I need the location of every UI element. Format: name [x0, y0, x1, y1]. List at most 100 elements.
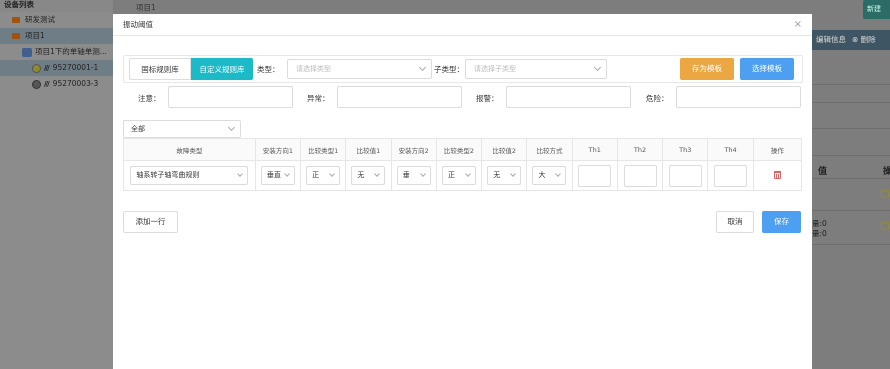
cmp-type1-value: 正 — [312, 171, 320, 179]
column-header: 比较方式 — [526, 138, 573, 161]
threshold-table: 故障类型 安装方向1 比较类型1 比较值1 安装方向2 比较类型2 比较值2 比… — [123, 138, 803, 191]
subtype-placeholder: 请选择子类型 — [474, 65, 516, 73]
compare-value-2-select[interactable]: 无 — [487, 166, 522, 185]
tab-custom-rules[interactable]: 自定义规则库 — [191, 58, 253, 80]
abnormal-input[interactable] — [337, 86, 462, 108]
dir1-cell: 垂直 — [254, 160, 302, 191]
fault-filter-select[interactable]: 全部 — [123, 120, 241, 138]
attention-input[interactable] — [168, 86, 293, 108]
new-button[interactable]: 新建 — [863, 0, 890, 19]
choose-template-button[interactable]: 选择模板 — [740, 58, 794, 80]
fault-type-select[interactable]: 轴系转子轴弯曲规则 — [130, 166, 249, 185]
cmp-mode-value: 大 — [538, 171, 546, 179]
cmp-type2-cell: 正 — [435, 160, 483, 191]
th2-cell — [616, 160, 664, 191]
abnormal-label: 异常： — [307, 94, 330, 103]
alarm-input[interactable] — [506, 86, 631, 108]
save-button[interactable]: 保存 — [762, 211, 801, 233]
column-header: 操作 — [752, 138, 803, 161]
install-direction-2-select[interactable]: 垂 — [396, 166, 431, 185]
tree-item-label: 项目1下的单轴单测... — [35, 47, 107, 56]
signal-icon: /// — [44, 64, 50, 72]
cmp-val1-value: 无 — [357, 171, 365, 179]
th1-input[interactable] — [578, 164, 612, 187]
dialog-header: 振动阈值 × — [113, 14, 812, 36]
column-header: 安装方向2 — [390, 138, 437, 161]
cmp-val2-value: 无 — [493, 171, 501, 179]
add-row-button[interactable]: 添加一行 — [123, 211, 178, 233]
cancel-button[interactable]: 取消 — [716, 211, 754, 233]
compare-mode-select[interactable]: 大 — [532, 166, 567, 185]
edit-icon[interactable] — [880, 221, 890, 231]
chevron-down-icon — [227, 123, 236, 132]
install-direction-1-select[interactable]: 垂直 — [260, 166, 295, 185]
divider — [812, 128, 890, 129]
compare-type-2-select[interactable]: 正 — [441, 166, 476, 185]
device-status-icon — [32, 79, 41, 89]
column-header: Th3 — [662, 138, 709, 161]
rule-toolbar: 国标规则库 自定义规则库 类型： 请选择类型 子类型： 请选择子类型 存为模板 … — [123, 55, 803, 83]
tree-item-device-1[interactable]: /// 95270001-1 — [0, 60, 113, 76]
th2-input[interactable] — [623, 164, 657, 187]
chevron-down-icon — [510, 171, 517, 177]
column-header: 值 — [818, 167, 828, 177]
th4-input[interactable] — [714, 164, 748, 187]
divider — [812, 102, 890, 103]
signal-icon: /// — [44, 80, 50, 88]
compare-value-1-select[interactable]: 无 — [351, 166, 386, 185]
tree-item-device-2[interactable]: /// 95270003-3 — [0, 76, 113, 92]
chevron-down-icon — [555, 171, 562, 177]
chevron-down-icon — [284, 171, 290, 177]
edit-info-bar: 编辑信息 ⊗ 删除 — [812, 30, 890, 50]
th4-cell — [707, 160, 754, 191]
th3-input[interactable] — [668, 164, 702, 187]
cmp-type1-cell: 正 — [300, 160, 347, 191]
tree-item-label: 项目1 — [25, 31, 45, 40]
alarm-label: 报警： — [476, 94, 499, 103]
dialog-title: 振动阈值 — [123, 20, 153, 29]
vibration-threshold-dialog: 振动阈值 × 国标规则库 自定义规则库 类型： 请选择类型 子类型： 请选择子类… — [113, 14, 812, 369]
subtype-label: 子类型： — [434, 65, 464, 74]
chevron-down-icon — [593, 63, 602, 72]
row-value: 量:0 — [812, 229, 827, 238]
save-template-button[interactable]: 存为模板 — [680, 58, 734, 80]
chevron-down-icon — [418, 63, 427, 72]
delete-button[interactable]: ⊗ 删除 — [852, 35, 876, 44]
th3-cell — [662, 160, 709, 191]
chevron-down-icon — [329, 171, 335, 177]
type-select[interactable]: 请选择类型 — [287, 59, 432, 79]
filter-value: 全部 — [131, 125, 145, 133]
dir1-value: 垂直 — [266, 171, 281, 179]
column-header: 比较值2 — [481, 138, 528, 161]
subtype-select[interactable]: 请选择子类型 — [465, 59, 607, 79]
danger-input[interactable] — [676, 86, 801, 108]
column-header: 比较类型2 — [435, 138, 483, 161]
column-header: 故障类型 — [123, 138, 256, 161]
compare-type-1-select[interactable]: 正 — [306, 166, 341, 185]
edit-info-button[interactable]: 编辑信息 — [816, 35, 846, 44]
tree-item-rd-test[interactable]: 研发测试 — [0, 12, 113, 28]
divider — [812, 178, 890, 179]
column-header: Th2 — [616, 138, 664, 161]
fault-type-value: 轴系转子轴弯曲规则 — [136, 171, 200, 179]
th1-cell — [571, 160, 618, 191]
cmp-val1-cell: 无 — [345, 160, 392, 191]
device-status-icon — [32, 63, 41, 73]
folder-icon — [12, 33, 20, 39]
tree-item-group[interactable]: 项目1下的单轴单测... — [0, 44, 113, 60]
close-icon[interactable]: × — [794, 19, 802, 30]
table-row: 轴系转子轴弯曲规则 垂直 正 无 垂 正 无 大 — [123, 160, 803, 191]
divider — [812, 244, 890, 245]
column-header: 操 — [883, 167, 890, 177]
tree-item-project1[interactable]: 项目1 — [0, 28, 113, 44]
tree-item-label: 95270001-1 — [52, 63, 99, 72]
device-sidebar: 设备列表 研发测试 项目1 项目1下的单轴单测... /// 95270001-… — [0, 0, 113, 369]
edit-icon[interactable] — [880, 189, 890, 199]
column-header: 比较值1 — [345, 138, 392, 161]
cmp-val2-cell: 无 — [481, 160, 528, 191]
dir2-value: 垂 — [402, 171, 410, 179]
tab-national-rules[interactable]: 国标规则库 — [129, 58, 191, 80]
delete-icon[interactable] — [773, 170, 781, 179]
column-header: 安装方向1 — [254, 138, 302, 161]
device-group-icon — [22, 47, 32, 57]
